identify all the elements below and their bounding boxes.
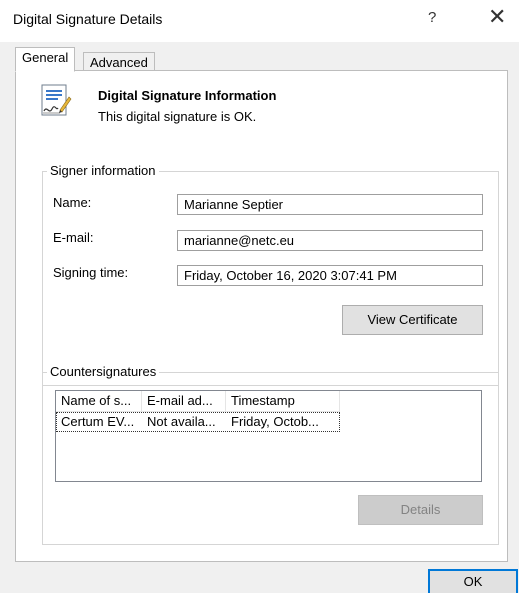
email-label: E-mail:	[53, 230, 94, 245]
countersignatures-list[interactable]: Name of s... E-mail ad... Timestamp Cert…	[55, 390, 482, 482]
signature-status: This digital signature is OK.	[98, 109, 257, 124]
list-header: Name of s... E-mail ad... Timestamp	[56, 391, 340, 412]
cell-name: Certum EV...	[61, 414, 135, 429]
signer-information-legend: Signer information	[47, 163, 159, 178]
email-field[interactable]	[177, 230, 483, 251]
details-button[interactable]: Details	[358, 495, 483, 525]
title-bar: Digital Signature Details ? ✕	[0, 0, 519, 42]
signer-information-group: Signer information Name: E-mail: Signing…	[42, 163, 499, 386]
tab-general[interactable]: General	[15, 47, 76, 72]
close-button[interactable]: ✕	[488, 5, 506, 29]
column-header-email[interactable]: E-mail ad...	[142, 391, 226, 411]
help-button[interactable]: ?	[428, 9, 436, 26]
countersignatures-group: Countersignatures Name of s... E-mail ad…	[42, 364, 499, 545]
name-field[interactable]	[177, 194, 483, 215]
signed-document-icon	[41, 84, 72, 116]
cell-email: Not availa...	[147, 414, 216, 429]
table-row[interactable]: Certum EV... Not availa... Friday, Octob…	[56, 412, 340, 432]
countersignatures-legend: Countersignatures	[47, 364, 160, 379]
view-certificate-button[interactable]: View Certificate	[342, 305, 483, 335]
cell-timestamp: Friday, Octob...	[231, 414, 319, 429]
ok-button[interactable]: OK	[428, 569, 518, 593]
column-header-timestamp[interactable]: Timestamp	[226, 391, 340, 411]
general-tab-panel: Digital Signature Information This digit…	[15, 70, 508, 562]
window-title: Digital Signature Details	[13, 11, 163, 27]
signing-time-field[interactable]	[177, 265, 483, 286]
info-title: Digital Signature Information	[98, 88, 277, 103]
name-label: Name:	[53, 195, 92, 210]
signing-time-label: Signing time:	[53, 265, 129, 280]
column-header-name[interactable]: Name of s...	[56, 391, 142, 411]
